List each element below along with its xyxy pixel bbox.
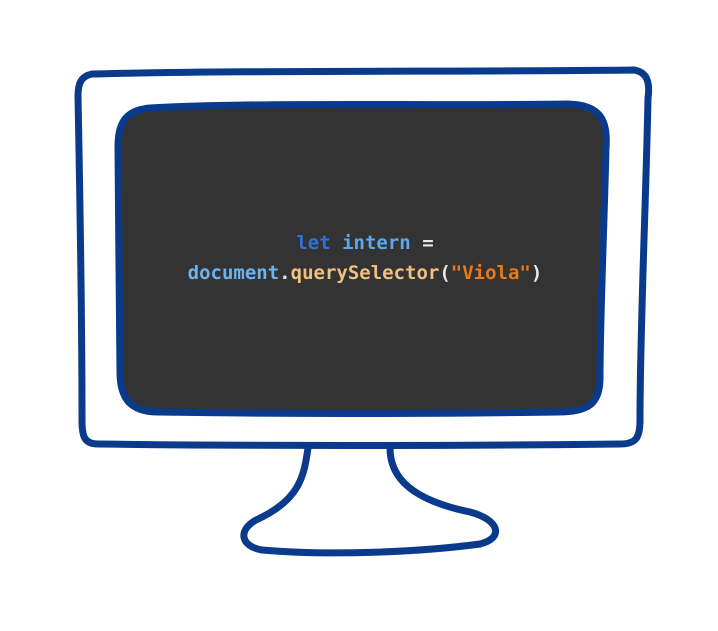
code-dot: . bbox=[279, 262, 291, 284]
stand-neck-left bbox=[240, 444, 312, 554]
stand-base bbox=[258, 540, 484, 557]
code-open-paren: ( bbox=[439, 262, 451, 284]
stand-neck-right bbox=[386, 444, 500, 548]
code-line-1: let intern = bbox=[120, 228, 610, 258]
code-snippet: let intern = document.querySelector("Viol… bbox=[120, 228, 610, 288]
code-line-2: document.querySelector("Viola") bbox=[120, 258, 610, 288]
monitor-illustration: let intern = document.querySelector("Viol… bbox=[0, 0, 718, 631]
computer-monitor-icon bbox=[74, 66, 653, 557]
code-variable: intern bbox=[342, 232, 411, 254]
code-keyword: let bbox=[296, 232, 331, 254]
code-operator: = bbox=[422, 232, 434, 254]
code-object: document bbox=[187, 262, 280, 284]
code-close-paren: ) bbox=[530, 262, 543, 284]
code-string: "Viola" bbox=[450, 262, 531, 284]
code-method: querySelector bbox=[290, 262, 440, 284]
